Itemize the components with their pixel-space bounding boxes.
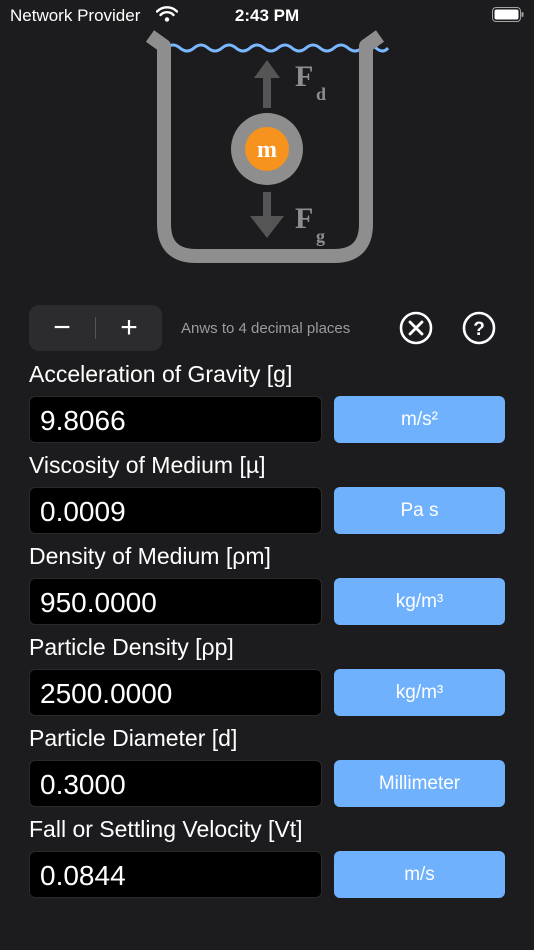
particle-density-unit-button[interactable]: kg/m³: [334, 669, 505, 716]
medium-density-unit-button[interactable]: kg/m³: [334, 578, 505, 625]
medium-density-input[interactable]: 950.0000: [29, 578, 322, 625]
field-label: Acceleration of Gravity [g]: [29, 361, 293, 387]
arrow-up-icon: [254, 60, 280, 108]
help-icon[interactable]: ?: [462, 311, 496, 345]
force-up-label: F: [295, 60, 313, 93]
precision-hint: Anws to 4 decimal places: [181, 320, 351, 337]
decrement-button[interactable]: −: [29, 305, 95, 351]
force-down-label: F: [295, 202, 313, 235]
field-label: Density of Medium [ρm]: [29, 543, 271, 569]
particle-diameter-input[interactable]: 0.3000: [29, 760, 322, 807]
force-up-subscript: d: [316, 84, 326, 104]
settling-velocity-unit-button[interactable]: m/s: [334, 851, 505, 898]
particle-density-input[interactable]: 2500.0000: [29, 669, 322, 716]
clear-icon[interactable]: [399, 311, 433, 345]
status-bar: Network Provider 2:43 PM: [0, 0, 534, 30]
field-label: Fall or Settling Velocity [Vt]: [29, 816, 303, 842]
gravity-input[interactable]: 9.8066: [29, 396, 322, 443]
mass-label: m: [257, 137, 277, 163]
force-down-subscript: g: [316, 226, 325, 246]
clock: 2:43 PM: [234, 6, 300, 25]
settling-velocity-output[interactable]: 0.0844: [29, 851, 322, 898]
settling-diagram: F d m F g: [145, 30, 390, 263]
field-label: Particle Density [ρp]: [29, 634, 234, 660]
water-surface: [165, 43, 390, 53]
battery-icon: [492, 7, 524, 22]
svg-text:?: ?: [473, 319, 485, 340]
viscosity-input[interactable]: 0.0009: [29, 487, 322, 534]
arrow-down-icon: [250, 192, 284, 238]
decimal-stepper[interactable]: − +: [29, 305, 162, 351]
toolbar: − + Anws to 4 decimal places ?: [0, 305, 534, 353]
particle-diameter-unit-button[interactable]: Millimeter: [334, 760, 505, 807]
field-label: Viscosity of Medium [µ]: [29, 452, 266, 478]
viscosity-unit-button[interactable]: Pa s: [334, 487, 505, 534]
field-label: Particle Diameter [d]: [29, 725, 238, 751]
increment-button[interactable]: +: [96, 305, 162, 351]
gravity-unit-button[interactable]: m/s²: [334, 396, 505, 443]
